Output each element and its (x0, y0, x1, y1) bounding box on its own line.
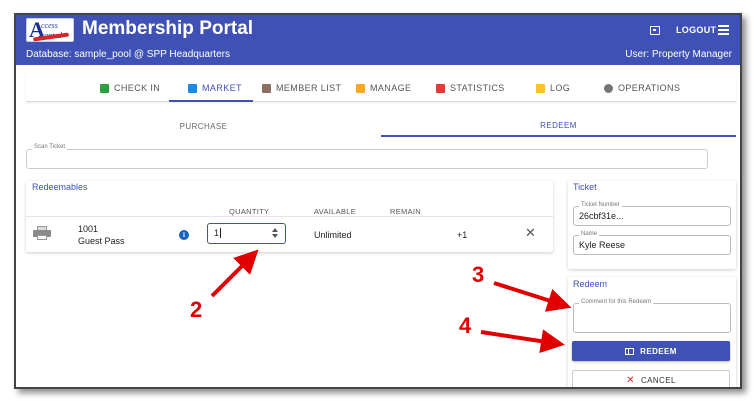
arrow-step-4 (480, 329, 565, 354)
arrow-step-3 (493, 281, 572, 312)
annotation-step-3: 3 (472, 262, 485, 287)
annotation-arrows (210, 249, 572, 354)
arrow-step-2 (210, 249, 259, 298)
annotation-step-4: 4 (459, 313, 472, 338)
annotation-step-2: 2 (190, 297, 203, 322)
